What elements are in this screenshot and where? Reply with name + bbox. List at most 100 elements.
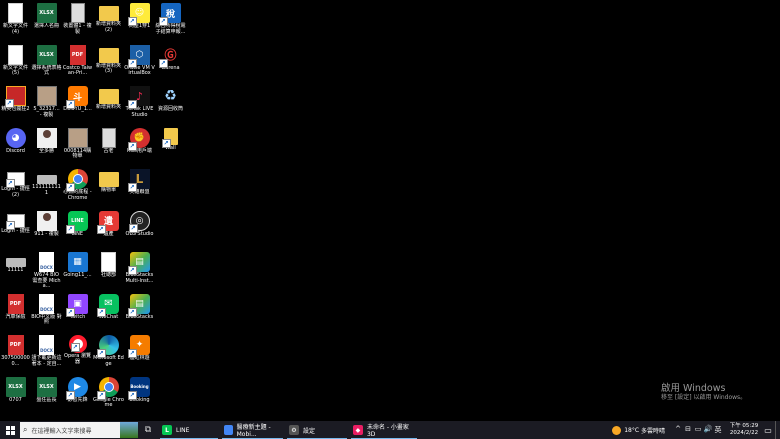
desktop-shortcut[interactable]: 社總部: [93, 251, 124, 292]
desktop-shortcut[interactable]: ▤BlueStacks Multi-Inst...: [124, 251, 155, 292]
desktop-shortcut[interactable]: 11111: [0, 251, 31, 292]
show-desktop-button[interactable]: [775, 421, 780, 439]
desktop-shortcut[interactable]: 斗DOUYU_1...: [62, 85, 93, 126]
desktop-shortcut[interactable]: DOCX W674 BIO 需查要 Micha...: [31, 251, 62, 292]
desktop-shortcut[interactable]: Opera 瀏覽器: [62, 334, 93, 375]
taskbar-search-box[interactable]: ⌕ 在這裡輸入文字來搜尋: [20, 422, 138, 438]
tray-icons: ^ ⊟ ▭ 🔊 英: [673, 425, 723, 435]
desktop-shortcut[interactable]: 裝置體1 - 複製: [62, 2, 93, 43]
douyu-icon: 斗: [65, 86, 88, 109]
tray-icon[interactable]: ⊟: [683, 425, 693, 435]
tray-icon[interactable]: 🔊: [703, 425, 713, 435]
desktop-icon-label: 選擇系統表格式: [31, 64, 62, 77]
desktop-shortcut[interactable]: ♻ 資源回收筒: [155, 85, 186, 126]
desktop-icon-label: Costco Taiwan-Pri...: [62, 64, 93, 77]
desktop-icon-label: 社總部: [100, 272, 116, 278]
opera-icon: [68, 335, 87, 353]
desktop-shortcut[interactable]: ▦ Going11_...: [62, 251, 93, 292]
excel-file-icon: XLSX: [5, 376, 26, 397]
desktop-shortcut[interactable]: 911 - 複製: [31, 210, 62, 251]
icon-glyph: 稅: [165, 9, 175, 20]
desktop-shortcut[interactable]: 購物單: [93, 168, 124, 209]
desktop-shortcut[interactable]: Wall: [155, 127, 186, 168]
desktop-shortcut[interactable]: DOCX BIO中文版 對照: [31, 293, 62, 334]
desktop-shortcut[interactable]: ✊Riot用戶端: [124, 127, 155, 168]
desktop-shortcut[interactable]: 稅綜合所得稅電子結算申報...: [155, 2, 186, 43]
clock-time: 下午 05:29: [729, 423, 759, 429]
taskbar-app-button[interactable]: ◆ 未命名 - 小畫家 3D: [349, 421, 419, 439]
desktop-shortcut[interactable]: PDF 3075000000...: [0, 334, 31, 375]
desktop-shortcut[interactable]: 新增資料夾 (2): [93, 2, 124, 43]
desktop-shortcut[interactable]: LINELINE: [62, 210, 93, 251]
icon-glyph: ◕: [11, 132, 20, 143]
desktop-shortcut[interactable]: Login - 捷徑 (2): [0, 168, 31, 209]
desktop-shortcut[interactable]: 全多勝: [31, 127, 62, 168]
icon-glyph: PDF: [9, 300, 22, 307]
weather-widget[interactable]: 18°C 多雲時晴: [612, 425, 665, 435]
word-file-icon: DOCX: [39, 293, 54, 314]
desktop-shortcut[interactable]: ▶影音先鋒: [62, 376, 93, 417]
desktop-shortcut[interactable]: BookingBooking: [124, 376, 155, 417]
garena-icon: Ⓖ: [158, 44, 181, 68]
desktop-shortcut[interactable]: XLSX 選擇系統表格式: [31, 44, 62, 85]
tray-icon[interactable]: 英: [713, 425, 723, 435]
desktop-shortcut[interactable]: ✦溫虹林遊: [124, 334, 155, 375]
desktop-shortcut[interactable]: 新增資料夾: [93, 85, 124, 126]
notification-icon[interactable]: ▭: [761, 426, 775, 435]
icon-glyph: DOCX: [40, 348, 53, 353]
desktop-shortcut[interactable]: PDF 汽車保險: [0, 293, 31, 334]
desktop-shortcut[interactable]: 心數的底程 - Chrome: [62, 168, 93, 209]
desktop-icon-label: W674 BIO 需查要 Micha...: [32, 272, 61, 290]
taskbar-app-button[interactable]: ⚙ 設定: [285, 421, 349, 439]
image-file-icon: [67, 127, 88, 148]
desktop-shortcut[interactable]: ▤BlueStacks: [124, 293, 155, 334]
tray-icon[interactable]: ▭: [693, 425, 703, 435]
desktop-shortcut[interactable]: XLSX 盤任區長: [31, 376, 62, 417]
desktop-shortcut[interactable]: L英雄聯盟: [124, 168, 155, 209]
desktop-shortcut[interactable]: Login - 捷徑: [0, 210, 31, 251]
icon-glyph: XLSX: [39, 383, 54, 390]
desktop-shortcut[interactable]: 0008114購物單: [62, 127, 93, 168]
desktop-shortcut[interactable]: XLSX 選擇人名冊: [31, 2, 62, 43]
taskbar-app-button[interactable]: 醫療新主題 - Mobi...: [220, 421, 285, 439]
pdf-file-icon: PDF: [69, 44, 86, 65]
desktop-shortcut[interactable]: ✉WeChat: [93, 293, 124, 334]
document-icon: [70, 3, 85, 23]
desktop-shortcut[interactable]: 精英也瘋狂2: [0, 85, 31, 126]
icon-glyph: ✉: [104, 298, 113, 309]
desktop-shortcut[interactable]: 古老: [93, 127, 124, 168]
desktop-shortcut[interactable]: 5_32317... - 複製: [31, 85, 62, 126]
desktop-shortcut[interactable]: 1111111111: [31, 168, 62, 209]
gear-icon: ⚙: [289, 425, 299, 435]
desktop-shortcut[interactable]: 遺遺產: [93, 210, 124, 251]
desktop-shortcut[interactable]: ⬡Oracle VM VirtualBox: [124, 44, 155, 85]
activate-windows-watermark: 啟用 Windows 移至 [設定] 以啟用 Windows。: [661, 383, 746, 402]
desktop-shortcut[interactable]: 新文字文件 (4): [0, 2, 31, 43]
desktop-shortcut[interactable]: 新增資料夾 (3): [93, 44, 124, 85]
image-file-icon: [36, 86, 57, 106]
excel-file-icon: XLSX: [36, 376, 57, 397]
desktop-shortcut[interactable]: ☺同屋1穿1: [124, 2, 155, 43]
desktop-shortcut[interactable]: Google Chrome: [93, 376, 124, 417]
video-file-icon: ▦: [67, 252, 88, 272]
desktop-shortcut[interactable]: 新文字文件 (5): [0, 44, 31, 85]
desktop-shortcut[interactable]: PDF Costco Taiwan-Pri...: [62, 44, 93, 85]
taskbar-app-button[interactable]: L LINE: [158, 421, 220, 439]
start-button[interactable]: [0, 421, 20, 439]
desktop-shortcut[interactable]: ♪TikTok LIVE Studio: [124, 85, 155, 126]
desktop-shortcut[interactable]: ▣Twitch: [62, 293, 93, 334]
icon-glyph: DOCX: [40, 306, 53, 312]
desktop-shortcut[interactable]: ◎OBS Studio: [124, 210, 155, 251]
desktop-icon-label: 裝置體1 - 複製: [63, 23, 92, 35]
taskbar-clock[interactable]: 下午 05:29 2024/2/22: [727, 423, 761, 437]
desktop-shortcut[interactable]: Microsoft Edge: [93, 334, 124, 375]
icon-glyph: ♻: [164, 88, 177, 104]
taskbar-apps: L LINE 醫療新主題 - Mobi... ⚙ 設定 ◆ 未命名 - 小畫家 3D: [158, 421, 419, 439]
desktop-shortcut[interactable]: DOCX 請下載更新這著本 - 定自...: [31, 334, 62, 375]
desktop-shortcut[interactable]: ⒼGarena: [155, 44, 186, 85]
task-view-button[interactable]: ⧉: [138, 425, 158, 435]
desktop-shortcut[interactable]: XLSX 0707: [0, 376, 31, 417]
tray-icon[interactable]: ^: [673, 425, 683, 435]
desktop-shortcut[interactable]: ◕ Discord: [0, 127, 31, 168]
excel-file-icon: XLSX: [36, 44, 57, 65]
